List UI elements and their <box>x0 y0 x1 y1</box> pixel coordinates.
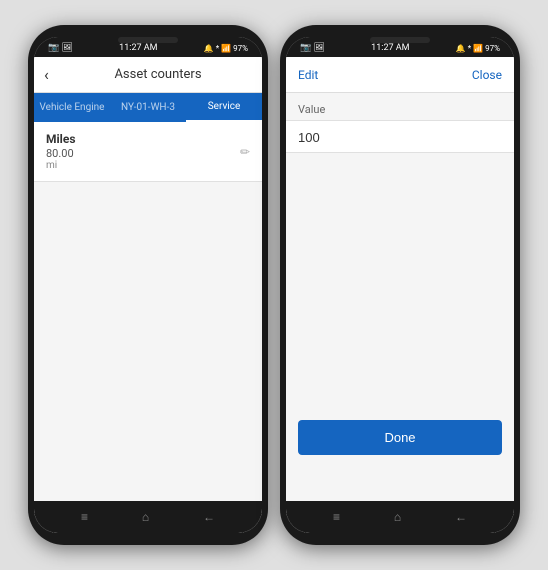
status-right-icons: 🔔 * 📶 97% <box>204 44 248 53</box>
tab-bar: Vehicle Engine NY-01-WH-3 Service <box>34 93 262 122</box>
phone-2: 📷 🖼 11:27 AM 🔔 * 📶 97% Edit Close Value … <box>280 25 520 545</box>
nav-home-button-2[interactable]: ⌂ <box>394 510 401 524</box>
card-unit-miles: mi <box>46 160 250 171</box>
back-button[interactable]: ‹ <box>44 65 64 84</box>
phone-screen-1: 📷 🖼 11:27 AM 🔔 * 📶 97% ‹ Asset counters … <box>34 37 262 533</box>
card-title-miles: Miles <box>46 132 250 146</box>
status-time-2: 11:27 AM <box>371 43 409 53</box>
edit-icon[interactable]: ✏ <box>240 145 250 159</box>
header-title: Asset counters <box>64 67 252 82</box>
done-button[interactable]: Done <box>298 420 502 455</box>
nav-menu-button[interactable]: ≡ <box>81 510 88 524</box>
close-button[interactable]: Close <box>472 68 502 82</box>
tab-vehicle-engine[interactable]: Vehicle Engine <box>34 94 110 121</box>
phone-1: 📷 🖼 11:27 AM 🔔 * 📶 97% ‹ Asset counters … <box>28 25 268 545</box>
edit-content: Value Done <box>286 93 514 501</box>
value-input-container <box>286 120 514 153</box>
miles-card: Miles 80.00 mi ✏ <box>34 122 262 182</box>
nav-back-button[interactable]: ← <box>203 510 215 524</box>
content-area-1: Miles 80.00 mi ✏ <box>34 122 262 501</box>
status-left-icons: 📷 🖼 <box>48 43 73 53</box>
phone-notch <box>118 37 178 43</box>
status-left-icons-2: 📷 🖼 <box>300 43 325 53</box>
tab-ny01wh3[interactable]: NY-01-WH-3 <box>110 94 186 121</box>
nav-bar-1: ≡ ⌂ ← <box>34 501 262 533</box>
edit-header: Edit Close <box>286 57 514 93</box>
phone-notch-2 <box>370 37 430 43</box>
done-button-container: Done <box>292 420 508 455</box>
status-time: 11:27 AM <box>119 43 157 53</box>
nav-bar-2: ≡ ⌂ ← <box>286 501 514 533</box>
phone-screen-2: 📷 🖼 11:27 AM 🔔 * 📶 97% Edit Close Value … <box>286 37 514 533</box>
header-1: ‹ Asset counters <box>34 57 262 93</box>
nav-home-button[interactable]: ⌂ <box>142 510 149 524</box>
value-label: Value <box>286 93 514 120</box>
edit-button[interactable]: Edit <box>298 68 318 82</box>
status-right-icons-2: 🔔 * 📶 97% <box>456 44 500 53</box>
tab-service[interactable]: Service <box>186 93 262 122</box>
card-value-miles: 80.00 <box>46 147 250 160</box>
nav-back-button-2[interactable]: ← <box>455 510 467 524</box>
nav-menu-button-2[interactable]: ≡ <box>333 510 340 524</box>
value-input[interactable] <box>298 130 502 145</box>
